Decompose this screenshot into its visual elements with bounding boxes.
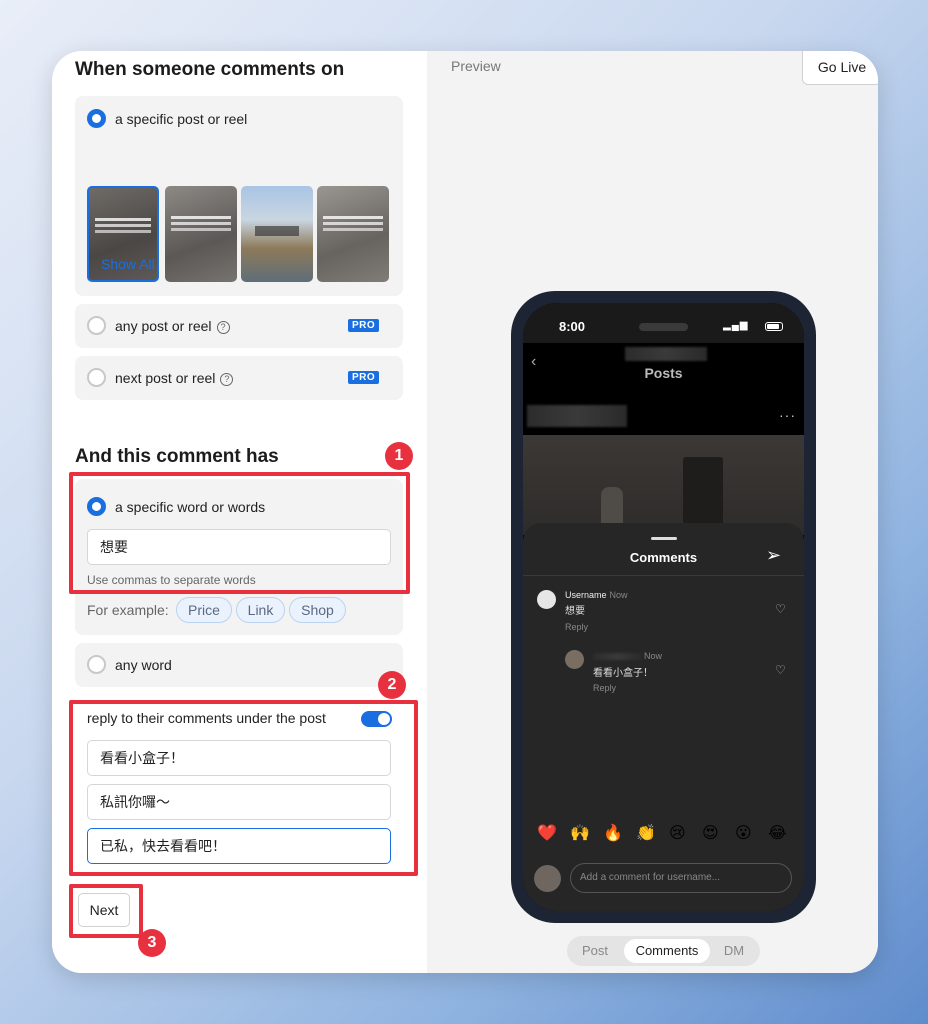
phone-screen: 8:00 ▂▄▆ ‹ Posts ··· Comments ➢ Username… xyxy=(523,303,804,911)
automation-card: When someone comments on a specific post… xyxy=(52,51,878,973)
emoji-clap[interactable]: 👏 xyxy=(636,823,656,843)
next-post-text: next post or reel xyxy=(115,370,216,386)
step-marker-3: 3 xyxy=(138,929,166,957)
help-icon[interactable]: ? xyxy=(216,321,230,334)
send-icon[interactable]: ➢ xyxy=(766,545,781,566)
radio-any-word-label: any word xyxy=(115,657,172,673)
radio-specific-post[interactable] xyxy=(87,109,106,128)
any-post-text: any post or reel xyxy=(115,318,212,334)
emoji-wow[interactable]: 😮 xyxy=(735,823,752,843)
radio-any-post[interactable] xyxy=(87,316,106,335)
any-post-panel: any post or reel? PRO xyxy=(75,304,403,348)
post-thumbnail[interactable] xyxy=(241,186,313,282)
tab-post[interactable]: Post xyxy=(573,939,617,963)
highlight-box-1 xyxy=(69,472,410,594)
emoji-laugh[interactable]: 😂 xyxy=(768,823,787,843)
go-live-button[interactable]: Go Live xyxy=(802,51,878,85)
any-word-panel: any word xyxy=(75,643,403,687)
comment-text: 想要 xyxy=(565,606,585,617)
battery-icon xyxy=(765,322,783,331)
specific-post-panel: a specific post or reel Show All xyxy=(75,96,403,296)
comments-title: Comments xyxy=(629,550,698,565)
help-icon[interactable]: ? xyxy=(220,373,234,386)
pro-badge: PRO xyxy=(348,319,380,332)
thumbnail-text xyxy=(323,216,383,219)
photo-object xyxy=(683,457,723,527)
radio-next-post-label: next post or reel? xyxy=(115,370,234,386)
reply-text: 看看小盒子！ xyxy=(593,668,653,679)
reply-time: Now xyxy=(644,651,663,661)
preview-label: Preview xyxy=(451,58,501,74)
emoji-heart[interactable]: ❤️ xyxy=(537,823,557,843)
sheet-handle[interactable] xyxy=(651,537,677,540)
phone-mockup: 8:00 ▂▄▆ ‹ Posts ··· Comments ➢ Username… xyxy=(511,291,816,923)
example-chip-link[interactable]: Link xyxy=(236,597,285,623)
blurred-username xyxy=(625,347,707,361)
post-header: ‹ Posts ··· xyxy=(523,343,804,435)
divider xyxy=(523,575,804,576)
post-thumbnail[interactable] xyxy=(317,186,389,282)
example-chip-shop[interactable]: Shop xyxy=(289,597,346,623)
emoji-heart-eyes[interactable]: 😍 xyxy=(702,823,719,843)
comment-time: Now xyxy=(609,590,628,600)
heart-icon[interactable]: ♡ xyxy=(775,663,786,677)
add-comment-input[interactable]: Add a comment for username... xyxy=(570,863,792,893)
pro-badge: PRO xyxy=(348,371,380,384)
radio-any-word[interactable] xyxy=(87,655,106,674)
show-all-link[interactable]: Show All xyxy=(101,256,155,272)
dynamic-island xyxy=(639,323,688,331)
example-label: For example: xyxy=(87,602,169,618)
avatar xyxy=(565,650,584,669)
avatar xyxy=(534,865,561,892)
post-photo xyxy=(523,435,804,535)
reply-reply-link[interactable]: Reply xyxy=(593,683,616,693)
blurred-reply-user xyxy=(593,653,642,660)
section-title-comment-has: And this comment has xyxy=(75,446,279,467)
blurred-account xyxy=(527,405,627,427)
comment-user: Username Now xyxy=(565,590,628,600)
thumbnail-text xyxy=(255,226,299,236)
example-chip-price[interactable]: Price xyxy=(176,597,232,623)
preview-tabs: Post Comments DM xyxy=(567,936,760,966)
status-bar: 8:00 ▂▄▆ xyxy=(523,303,804,343)
tab-comments[interactable]: Comments xyxy=(624,939,710,963)
status-time: 8:00 xyxy=(559,319,586,334)
emoji-cry[interactable]: 😢 xyxy=(669,823,686,843)
emoji-raised-hands[interactable]: 🙌 xyxy=(570,823,590,843)
highlight-box-2 xyxy=(69,700,418,876)
next-post-panel: next post or reel? PRO xyxy=(75,356,403,400)
reply-meta: Now xyxy=(641,651,662,661)
signal-icon: ▂▄▆ xyxy=(723,320,749,331)
more-icon[interactable]: ··· xyxy=(779,407,796,423)
thumbnail-text xyxy=(95,218,151,221)
radio-any-post-label: any post or reel? xyxy=(115,318,230,334)
avatar xyxy=(537,590,556,609)
step-marker-1: 1 xyxy=(385,442,413,470)
post-thumbnail[interactable] xyxy=(165,186,237,282)
heart-icon[interactable]: ♡ xyxy=(775,602,786,616)
comments-sheet: Comments ➢ Username Now 想要 Reply ♡ Now 看看… xyxy=(523,523,804,911)
highlight-box-3 xyxy=(69,884,143,938)
tab-dm[interactable]: DM xyxy=(714,939,754,963)
thumbnail-text xyxy=(171,216,231,219)
step-marker-2: 2 xyxy=(378,671,406,699)
comment-reply-link[interactable]: Reply xyxy=(565,622,588,632)
radio-specific-post-label: a specific post or reel xyxy=(115,111,248,127)
radio-next-post[interactable] xyxy=(87,368,106,387)
posts-title: Posts xyxy=(644,365,683,381)
photo-object xyxy=(601,487,623,527)
section-title-comments-on: When someone comments on xyxy=(75,59,345,80)
emoji-fire[interactable]: 🔥 xyxy=(603,823,623,843)
preview-panel: Preview 8:00 ▂▄▆ ‹ Posts ··· Comments ➢ … xyxy=(427,51,878,973)
comment-username: Username xyxy=(565,590,607,600)
